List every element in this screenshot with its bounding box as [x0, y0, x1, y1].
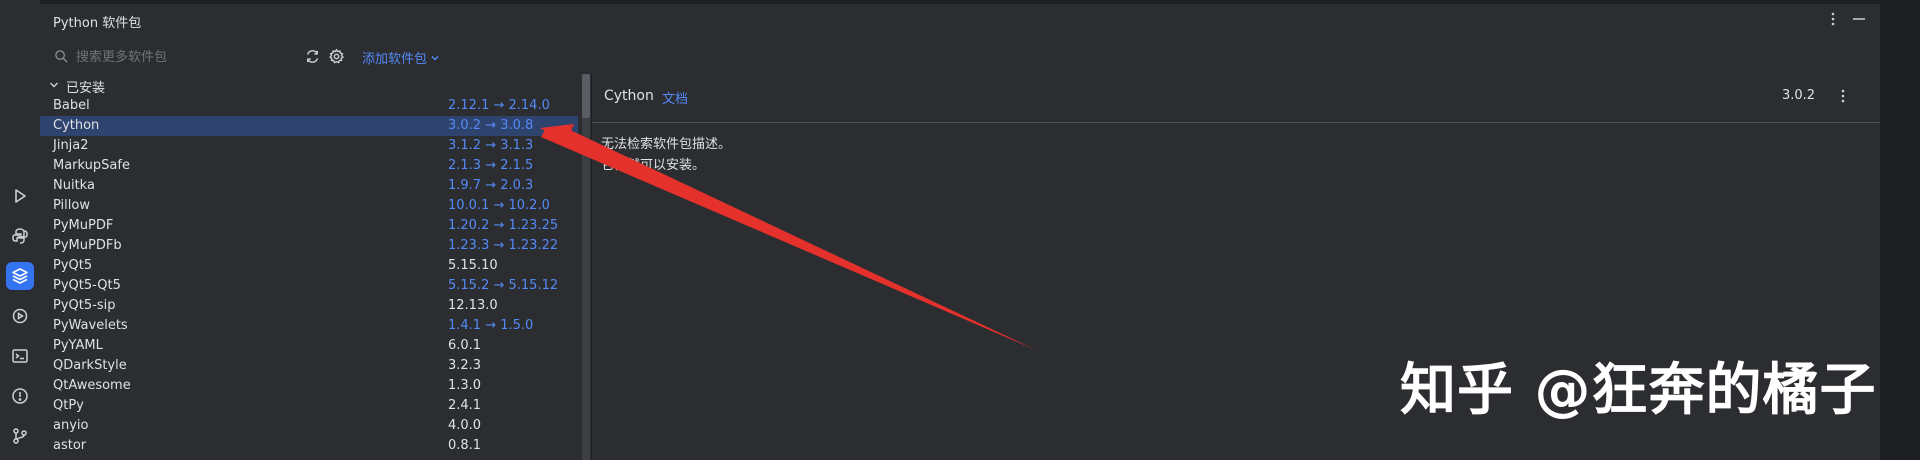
package-version: 2.4.1 — [448, 398, 482, 413]
description-unavailable-text: 无法检索软件包描述。 — [601, 137, 732, 152]
tool-window-strip — [0, 0, 41, 460]
package-name: MarkupSafe — [53, 158, 130, 173]
services-icon[interactable] — [6, 302, 34, 330]
package-name: PyMuPDF — [53, 218, 114, 233]
package-upgrade-version[interactable]: 1.4.1 → 1.5.0 — [448, 318, 533, 333]
search-icon — [55, 50, 68, 63]
package-name: astor — [53, 438, 87, 453]
package-row[interactable]: Cython 3.0.2 → 3.0.8 — [40, 116, 578, 136]
package-upgrade-version[interactable]: 1.23.3 → 1.23.22 — [448, 238, 558, 253]
add-package-label: 添加软件包 — [362, 52, 428, 67]
package-name: PyQt5-sip — [53, 298, 116, 313]
package-version: 6.0.1 — [448, 338, 482, 353]
python-console-icon[interactable] — [6, 222, 34, 250]
package-list: 已安装 Babel 2.12.1 → 2.14.0 Cython 3.0.2 → 3.… — [40, 74, 580, 460]
package-version: 4.0.0 — [448, 418, 482, 433]
watermark: 知乎 @狂奔的橘子 — [1400, 358, 1877, 423]
package-row[interactable]: PyQt5-Qt5 5.15.2 → 5.15.12 — [40, 276, 578, 296]
package-row[interactable]: PyMuPDF 1.20.2 → 1.23.25 — [40, 216, 578, 236]
package-row[interactable]: Nuitka 1.9.7 → 2.0.3 — [40, 176, 578, 196]
package-version: 5.15.10 — [448, 258, 498, 273]
package-name: PyQt5-Qt5 — [53, 278, 121, 293]
chevron-down-icon — [431, 55, 439, 60]
package-upgrade-version[interactable]: 1.20.2 → 1.23.25 — [448, 218, 558, 233]
installed-section-label: 已安装 — [66, 81, 106, 96]
gear-icon[interactable] — [328, 48, 345, 65]
package-name: PyWavelets — [53, 318, 128, 333]
package-name: Nuitka — [53, 178, 95, 193]
package-upgrade-version[interactable]: 1.9.7 → 2.0.3 — [448, 178, 533, 193]
top-gap — [40, 0, 1880, 4]
detail-package-name: Cython — [604, 88, 654, 104]
package-row[interactable]: MarkupSafe 2.1.3 → 2.1.5 — [40, 156, 578, 176]
package-name: anyio — [53, 418, 89, 433]
package-version: 0.8.1 — [448, 438, 482, 453]
search-input[interactable] — [76, 46, 316, 68]
more-options-icon[interactable] — [1824, 10, 1842, 28]
problems-icon[interactable] — [6, 382, 34, 410]
detail-version[interactable]: 3.0.2 — [1782, 88, 1815, 103]
package-row[interactable]: astor 0.8.1 — [40, 436, 578, 456]
terminal-icon[interactable] — [6, 342, 34, 370]
package-upgrade-version[interactable]: 5.15.2 → 5.15.12 — [448, 278, 558, 293]
package-row[interactable]: PyQt5 5.15.10 — [40, 256, 578, 276]
scrollbar-track[interactable] — [582, 74, 590, 460]
scrollbar-thumb[interactable] — [582, 74, 590, 118]
package-row[interactable]: QtAwesome 1.3.0 — [40, 376, 578, 396]
refresh-icon[interactable] — [304, 48, 321, 65]
packages-toolbar: 添加软件包 — [40, 42, 580, 72]
tool-window-title: Python 软件包 — [53, 16, 142, 31]
python-packages-icon[interactable] — [6, 262, 34, 290]
package-name: Jinja2 — [53, 138, 89, 153]
package-name: PyQt5 — [53, 258, 93, 273]
package-row[interactable]: Pillow 10.0.1 → 10.2.0 — [40, 196, 578, 216]
package-upgrade-version[interactable]: 3.0.2 → 3.0.8 — [448, 118, 533, 133]
package-name: PyYAML — [53, 338, 103, 353]
package-row[interactable]: PyYAML 6.0.1 — [40, 336, 578, 356]
chevron-down-icon — [50, 82, 58, 88]
minimize-icon[interactable] — [1850, 10, 1868, 28]
package-row[interactable]: PyWavelets 1.4.1 → 1.5.0 — [40, 316, 578, 336]
package-row[interactable]: Jinja2 3.1.2 → 3.1.3 — [40, 136, 578, 156]
more-options-icon[interactable] — [1834, 87, 1852, 105]
installed-section-header[interactable]: 已安装 — [40, 74, 580, 96]
package-version: 12.13.0 — [448, 298, 498, 313]
detail-header: Cython 文档 3.0.2 — [592, 74, 1880, 123]
package-name: Cython — [53, 118, 100, 133]
package-row[interactable]: QDarkStyle 3.2.3 — [40, 356, 578, 376]
package-name: QtPy — [53, 398, 84, 413]
package-version: 1.3.0 — [448, 378, 482, 393]
package-row[interactable]: PyMuPDFb 1.23.3 → 1.23.22 — [40, 236, 578, 256]
add-package-button[interactable]: 添加软件包 — [362, 48, 440, 67]
documentation-link[interactable]: 文档 — [662, 88, 688, 107]
package-row[interactable]: anyio 4.0.0 — [40, 416, 578, 436]
package-upgrade-version[interactable]: 3.1.2 → 3.1.3 — [448, 138, 533, 153]
git-icon[interactable] — [6, 422, 34, 450]
run-icon[interactable] — [6, 182, 34, 210]
can-install-text: 它仍然可以安装。 — [601, 158, 706, 173]
package-name: PyMuPDFb — [53, 238, 122, 253]
package-upgrade-version[interactable]: 10.0.1 → 10.2.0 — [448, 198, 550, 213]
package-row[interactable]: QtPy 2.4.1 — [40, 396, 578, 416]
package-row[interactable]: Babel 2.12.1 → 2.14.0 — [40, 96, 578, 116]
package-name: Babel — [53, 98, 90, 113]
package-upgrade-version[interactable]: 2.12.1 → 2.14.0 — [448, 98, 550, 113]
package-name: QtAwesome — [53, 378, 131, 393]
package-name: QDarkStyle — [53, 358, 127, 373]
package-upgrade-version[interactable]: 2.1.3 → 2.1.5 — [448, 158, 533, 173]
package-version: 3.2.3 — [448, 358, 482, 373]
package-name: Pillow — [53, 198, 90, 213]
package-row[interactable]: PyQt5-sip 12.13.0 — [40, 296, 578, 316]
